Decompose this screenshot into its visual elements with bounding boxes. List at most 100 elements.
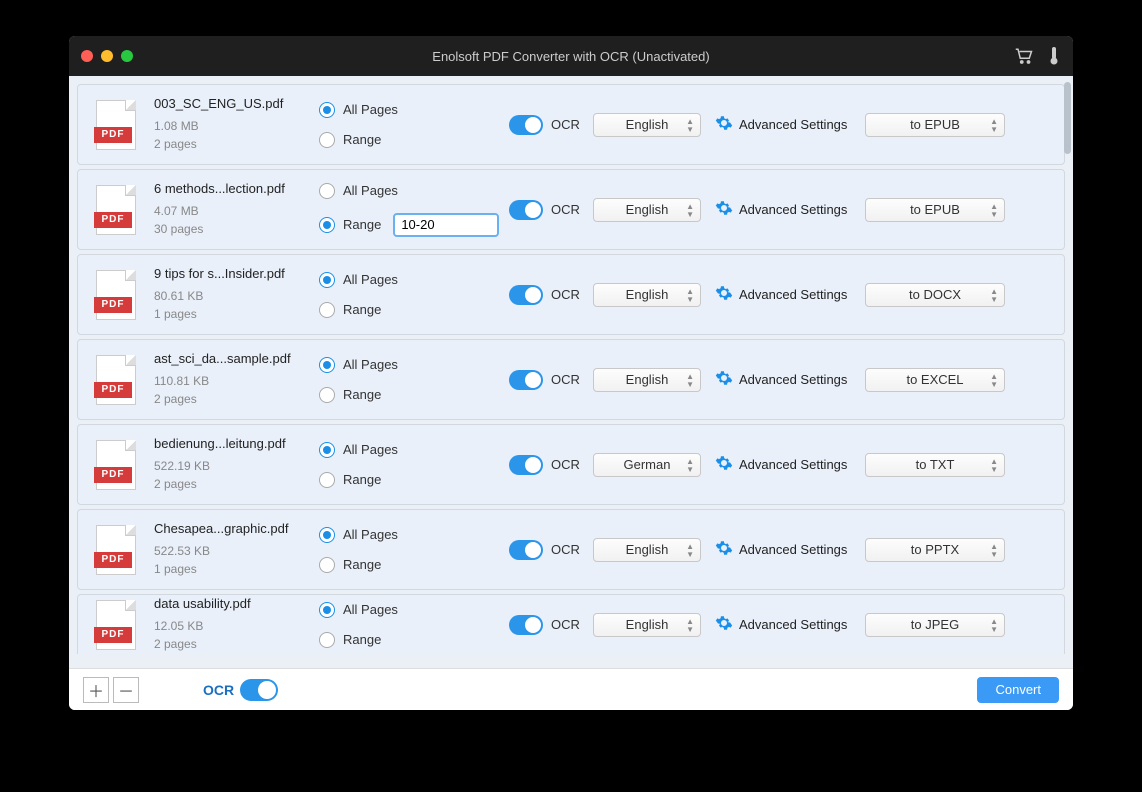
cart-icon[interactable]: [1015, 48, 1033, 64]
maximize-button[interactable]: [121, 50, 133, 62]
advanced-settings-button[interactable]: Advanced Settings: [715, 114, 865, 135]
pdf-file-icon: PDF: [96, 525, 136, 575]
all-pages-radio[interactable]: [319, 183, 335, 199]
advanced-settings-button[interactable]: Advanced Settings: [715, 369, 865, 390]
ocr-toggle[interactable]: [509, 370, 543, 390]
ocr-toggle[interactable]: [509, 200, 543, 220]
file-info: 003_SC_ENG_US.pdf 1.08 MB 2 pages: [154, 96, 319, 153]
ocr-toggle[interactable]: [509, 615, 543, 635]
format-select[interactable]: to DOCX▲▼: [865, 283, 1005, 307]
language-select[interactable]: English▲▼: [593, 283, 701, 307]
file-row[interactable]: PDF 9 tips for s...Insider.pdf 80.61 KB …: [77, 254, 1065, 335]
convert-button[interactable]: Convert: [977, 677, 1059, 703]
file-row[interactable]: PDF 003_SC_ENG_US.pdf 1.08 MB 2 pages Al…: [77, 84, 1065, 165]
language-value: English: [626, 202, 669, 217]
add-file-button[interactable]: ＋: [83, 677, 109, 703]
range-radio[interactable]: [319, 557, 335, 573]
minimize-button[interactable]: [101, 50, 113, 62]
language-select[interactable]: English▲▼: [593, 198, 701, 222]
page-selection: All Pages Range: [319, 272, 509, 318]
all-pages-label: All Pages: [343, 602, 398, 617]
range-radio[interactable]: [319, 302, 335, 318]
ocr-label: OCR: [551, 372, 580, 387]
ocr-group: OCR: [509, 115, 593, 135]
window-title: Enolsoft PDF Converter with OCR (Unactiv…: [69, 49, 1073, 64]
all-pages-label: All Pages: [343, 442, 398, 457]
thermometer-icon[interactable]: [1049, 47, 1059, 65]
range-input[interactable]: [393, 213, 499, 237]
range-radio[interactable]: [319, 387, 335, 403]
format-select[interactable]: to PPTX▲▼: [865, 538, 1005, 562]
format-value: to PPTX: [911, 542, 959, 557]
file-size: 522.53 KB: [154, 542, 319, 560]
ocr-toggle[interactable]: [509, 455, 543, 475]
file-row[interactable]: PDF Chesapea...graphic.pdf 522.53 KB 1 p…: [77, 509, 1065, 590]
pdf-file-icon: PDF: [96, 440, 136, 490]
all-pages-radio[interactable]: [319, 272, 335, 288]
all-pages-radio[interactable]: [319, 442, 335, 458]
file-size: 4.07 MB: [154, 202, 319, 220]
advanced-settings-button[interactable]: Advanced Settings: [715, 284, 865, 305]
format-select[interactable]: to EXCEL▲▼: [865, 368, 1005, 392]
footer-ocr-toggle[interactable]: [240, 679, 278, 701]
file-row[interactable]: PDF data usability.pdf 12.05 KB 2 pages …: [77, 594, 1065, 654]
advanced-label: Advanced Settings: [739, 617, 847, 632]
range-label: Range: [343, 217, 381, 232]
advanced-label: Advanced Settings: [739, 202, 847, 217]
advanced-settings-button[interactable]: Advanced Settings: [715, 539, 865, 560]
language-select[interactable]: English▲▼: [593, 613, 701, 637]
ocr-group: OCR: [509, 540, 593, 560]
format-select[interactable]: to JPEG▲▼: [865, 613, 1005, 637]
language-select[interactable]: English▲▼: [593, 368, 701, 392]
advanced-settings-button[interactable]: Advanced Settings: [715, 199, 865, 220]
language-value: English: [626, 542, 669, 557]
advanced-settings-button[interactable]: Advanced Settings: [715, 614, 865, 635]
gear-icon: [715, 284, 733, 305]
file-row[interactable]: PDF 6 methods...lection.pdf 4.07 MB 30 p…: [77, 169, 1065, 250]
ocr-group: OCR: [509, 370, 593, 390]
titlebar: Enolsoft PDF Converter with OCR (Unactiv…: [69, 36, 1073, 76]
file-size: 110.81 KB: [154, 372, 319, 390]
app-window: Enolsoft PDF Converter with OCR (Unactiv…: [69, 36, 1073, 710]
file-name: 6 methods...lection.pdf: [154, 181, 319, 196]
advanced-settings-button[interactable]: Advanced Settings: [715, 454, 865, 475]
range-radio[interactable]: [319, 472, 335, 488]
file-info: 6 methods...lection.pdf 4.07 MB 30 pages: [154, 181, 319, 238]
language-select[interactable]: English▲▼: [593, 538, 701, 562]
file-row[interactable]: PDF ast_sci_da...sample.pdf 110.81 KB 2 …: [77, 339, 1065, 420]
format-value: to EXCEL: [906, 372, 963, 387]
ocr-toggle[interactable]: [509, 115, 543, 135]
range-label: Range: [343, 132, 381, 147]
all-pages-radio[interactable]: [319, 527, 335, 543]
file-pages: 1 pages: [154, 560, 319, 578]
page-selection: All Pages Range: [319, 357, 509, 403]
range-radio[interactable]: [319, 132, 335, 148]
format-select[interactable]: to EPUB▲▼: [865, 198, 1005, 222]
file-pages: 30 pages: [154, 220, 319, 238]
scrollbar-thumb[interactable]: [1064, 82, 1071, 154]
format-select[interactable]: to EPUB▲▼: [865, 113, 1005, 137]
all-pages-label: All Pages: [343, 527, 398, 542]
file-pages: 1 pages: [154, 305, 319, 323]
range-radio[interactable]: [319, 217, 335, 233]
file-pages: 2 pages: [154, 135, 319, 153]
close-button[interactable]: [81, 50, 93, 62]
format-select[interactable]: to TXT▲▼: [865, 453, 1005, 477]
file-row[interactable]: PDF bedienung...leitung.pdf 522.19 KB 2 …: [77, 424, 1065, 505]
all-pages-radio[interactable]: [319, 357, 335, 373]
all-pages-label: All Pages: [343, 183, 398, 198]
range-radio[interactable]: [319, 632, 335, 648]
all-pages-radio[interactable]: [319, 602, 335, 618]
file-size: 80.61 KB: [154, 287, 319, 305]
ocr-toggle[interactable]: [509, 285, 543, 305]
all-pages-radio[interactable]: [319, 102, 335, 118]
ocr-toggle[interactable]: [509, 540, 543, 560]
gear-icon: [715, 539, 733, 560]
remove-file-button[interactable]: －: [113, 677, 139, 703]
file-name: 003_SC_ENG_US.pdf: [154, 96, 319, 111]
language-value: English: [626, 372, 669, 387]
pdf-file-icon: PDF: [96, 600, 136, 650]
language-select[interactable]: German▲▼: [593, 453, 701, 477]
advanced-label: Advanced Settings: [739, 542, 847, 557]
language-select[interactable]: English▲▼: [593, 113, 701, 137]
